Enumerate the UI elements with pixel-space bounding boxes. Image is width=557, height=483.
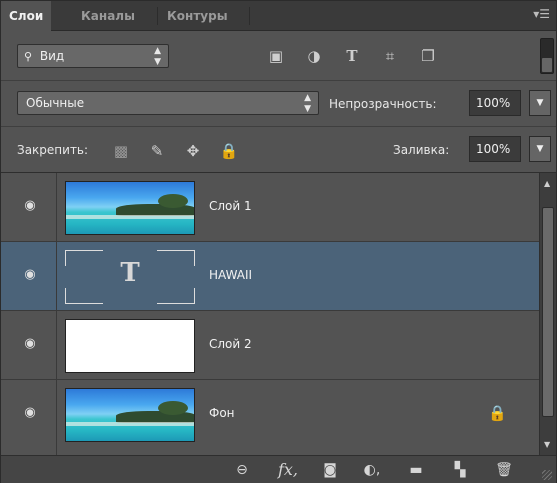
layer-name[interactable]: Слой 2 [209,337,252,351]
eye-icon: ◉ [24,405,36,420]
image-filter-icon[interactable]: ▣ [263,45,289,67]
layers-panel: Слои Каналы Контуры ▾☰ ⚲ Вид ▲ ▼ ▣ ◑ T ⌗ … [0,0,557,483]
eye-icon: ◉ [24,198,36,213]
tab-separator [249,7,250,25]
select-arrows-icon: ▲ ▼ [154,46,161,67]
eye-icon: ◉ [24,267,36,282]
layer-row[interactable]: ◉ Слой 1 [1,173,539,242]
blend-mode-select[interactable]: Обычные ▲ ▼ [17,91,319,115]
opacity-input[interactable]: 100% [469,90,521,116]
layer-thumbnail [65,388,195,442]
palm-shape [158,194,188,208]
filter-toggle-switch[interactable] [540,38,554,74]
palm-shape [158,401,188,415]
type-layer-icon: T [120,258,140,288]
select-arrows-icon: ▲ ▼ [304,93,311,114]
lock-row: Закрепить: ▩ ✎ ✥ 🔒 Заливка: 100% ▼ [1,127,556,173]
thumb-frame [65,288,103,304]
visibility-toggle[interactable]: ◉ [1,173,57,241]
opacity-dropdown-button[interactable]: ▼ [529,90,551,116]
layers-bottom-bar: ⊖ fx, ◙ ◐, ▬ ▚ 🗑 [1,455,556,483]
search-icon: ⚲ [24,50,33,63]
fill-dropdown-button[interactable]: ▼ [529,136,551,162]
scroll-thumb[interactable] [542,207,554,417]
scroll-up-icon[interactable]: ▲ [544,179,550,188]
layer-lock-icon: 🔒 [488,404,507,422]
blend-mode-value: Обычные [26,96,85,110]
fill-label: Заливка: [393,143,450,157]
filter-kind-select[interactable]: ⚲ Вид ▲ ▼ [17,44,169,68]
lock-position-icon[interactable]: ✥ [183,141,203,161]
link-layers-icon[interactable]: ⊖ [231,460,253,480]
add-mask-icon[interactable]: ◙ [319,460,341,480]
filter-kind-label: Вид [39,49,65,63]
layer-thumbnail [65,319,195,373]
type-filter-icon[interactable]: T [339,45,365,67]
fx-icon[interactable]: fx, [277,460,299,480]
visibility-toggle[interactable]: ◉ [1,380,57,455]
layer-thumbnail [65,181,195,235]
lock-label: Закрепить: [17,143,89,157]
opacity-label: Непрозрачность: [329,97,437,111]
visibility-toggle[interactable]: ◉ [1,311,57,379]
resize-grip[interactable] [542,470,552,480]
toggle-knob [542,58,552,72]
lock-all-icon[interactable]: 🔒 [219,141,239,161]
layer-name[interactable]: HAWAII [209,268,252,282]
panel-menu-icon[interactable]: ▾☰ [533,7,550,21]
tab-channels[interactable]: Каналы [73,1,143,31]
thumb-frame [157,288,195,304]
blend-row: Обычные ▲ ▼ Непрозрачность: 100% ▼ [1,81,556,127]
tab-layers[interactable]: Слои [1,1,52,32]
layer-name[interactable]: Слой 1 [209,199,252,213]
tab-separator [157,7,158,25]
eye-icon: ◉ [24,336,36,351]
layers-list: ◉ Слой 1 ◉ T HAWAII ◉ Слой 2 ◉ Фон 🔒 [1,173,539,455]
new-group-icon[interactable]: ▬ [405,460,427,480]
scroll-down-icon[interactable]: ▼ [544,440,550,449]
visibility-toggle[interactable]: ◉ [1,242,57,310]
layers-scrollbar[interactable]: ▲ ▼ [539,173,556,455]
delete-layer-icon[interactable]: 🗑 [493,460,515,480]
layer-row[interactable]: ◉ Слой 2 [1,311,539,380]
shore-shape [66,215,194,219]
tab-paths[interactable]: Контуры [159,1,236,31]
layer-thumbnail: T [65,250,195,304]
shape-filter-icon[interactable]: ⌗ [377,45,403,67]
lock-image-icon[interactable]: ✎ [147,141,167,161]
layer-name[interactable]: Фон [209,406,235,420]
layer-row[interactable]: ◉ Фон 🔒 [1,380,539,455]
shore-shape [66,422,194,426]
adjustment-filter-icon[interactable]: ◑ [301,45,327,67]
adjustment-layer-icon[interactable]: ◐, [361,460,383,480]
new-layer-icon[interactable]: ▚ [449,460,471,480]
lock-transparent-icon[interactable]: ▩ [111,141,131,161]
panel-tab-bar: Слои Каналы Контуры ▾☰ [1,1,556,32]
fill-input[interactable]: 100% [469,136,521,162]
smart-object-filter-icon[interactable]: ❐ [415,45,441,67]
layer-row[interactable]: ◉ T HAWAII [1,242,539,311]
filter-row: ⚲ Вид ▲ ▼ ▣ ◑ T ⌗ ❐ [1,32,556,81]
